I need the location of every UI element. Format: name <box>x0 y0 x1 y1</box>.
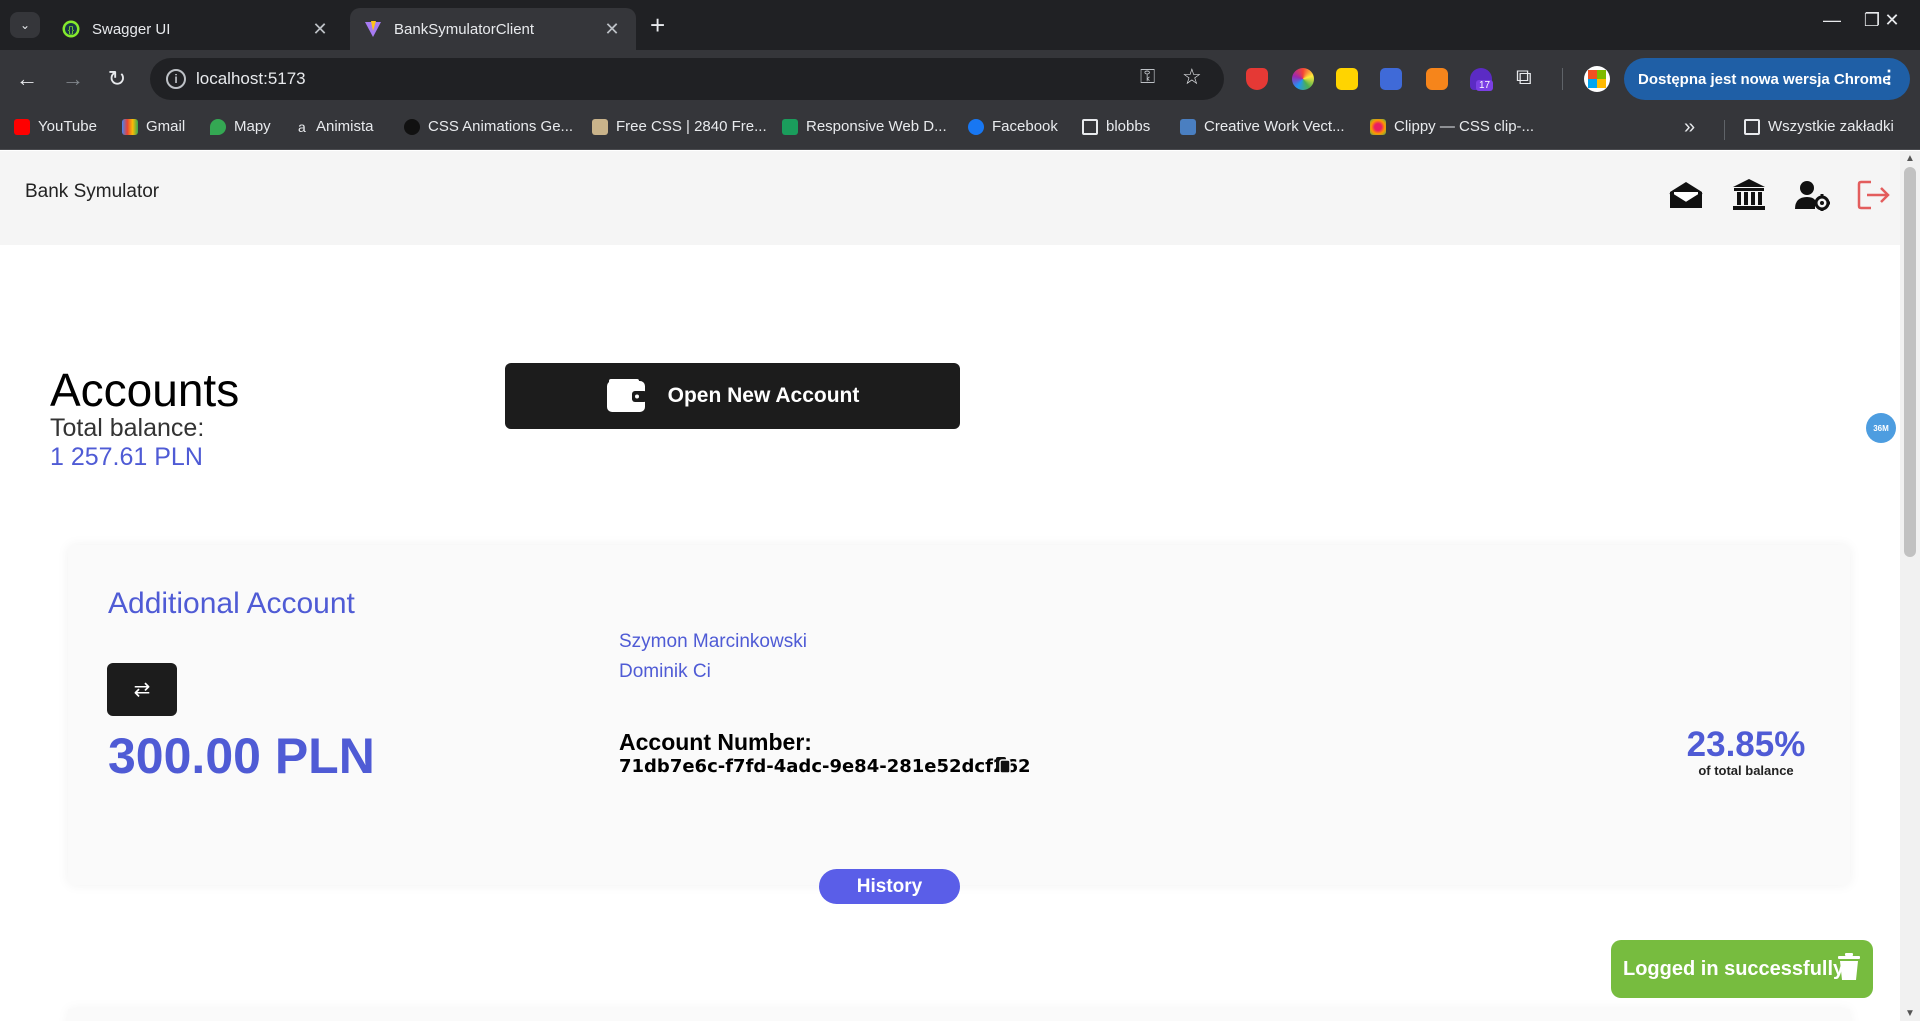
extensions-puzzle-icon[interactable]: ⧉ <box>1516 64 1532 90</box>
animista-icon: a <box>298 118 306 135</box>
accounts-heading: Accounts <box>50 364 240 416</box>
floating-36m-badge[interactable]: 36M <box>1866 413 1896 443</box>
site-info-icon[interactable]: i <box>166 69 186 89</box>
scroll-up-arrow-icon[interactable]: ▲ <box>1905 153 1915 164</box>
lingq-extension-icon[interactable] <box>1336 68 1358 90</box>
tab-title: BankSymulatorClient <box>394 20 535 38</box>
next-account-card <box>68 1009 1850 1021</box>
envelope-open-icon[interactable] <box>1666 175 1706 215</box>
folder-icon <box>1744 118 1760 135</box>
browser-toolbar: ← → ↻ i localhost:5173 ⚿ ☆ 17 ⧉ Dostępna… <box>0 50 1920 108</box>
gmail-icon <box>122 118 138 135</box>
bookmark-star-icon[interactable]: ☆ <box>1182 64 1202 90</box>
wallet-icon <box>606 379 647 412</box>
youtube-icon <box>14 118 30 135</box>
bookmark-gmail[interactable]: Gmail <box>122 118 185 135</box>
account-owner[interactable]: Dominik Ci <box>619 661 711 683</box>
profile-avatar[interactable] <box>1584 66 1610 92</box>
account-number: 71db7e6c-f7fd-4adc-9e84-281e52dcf262 <box>619 756 1031 777</box>
password-key-icon[interactable]: ⚿ <box>1140 66 1155 89</box>
total-balance-value: 1 257.61 PLN <box>50 443 203 471</box>
free-css-icon <box>592 118 608 135</box>
all-bookmarks-folder[interactable]: Wszystkie zakładki <box>1744 118 1894 135</box>
bank-icon[interactable] <box>1729 175 1769 215</box>
transfer-button[interactable]: ⇄ <box>107 663 177 716</box>
bookmark-free-css[interactable]: Free CSS | 2840 Fre... <box>592 118 767 135</box>
app-header: Bank Symulator <box>0 151 1900 245</box>
chrome-update-button[interactable]: Dostępna jest nowa wersja Chrome ⋮ <box>1624 58 1910 100</box>
balance-share-percent: 23.85% <box>1686 725 1806 764</box>
close-tab-icon[interactable]: ✕ <box>602 19 622 40</box>
trash-icon[interactable] <box>1837 953 1861 981</box>
minimize-icon[interactable]: — <box>1812 10 1852 31</box>
total-balance-label: Total balance: <box>50 414 205 442</box>
bookmark-responsive-web[interactable]: Responsive Web D... <box>782 118 947 135</box>
back-icon[interactable]: ← <box>12 64 42 94</box>
tab-swagger-ui[interactable]: {} Swagger UI ✕ <box>48 8 344 50</box>
app-brand[interactable]: Bank Symulator <box>25 181 159 203</box>
copy-icon[interactable] <box>995 756 1011 774</box>
bookmark-youtube[interactable]: YouTube <box>14 118 97 135</box>
facebook-icon <box>968 118 984 135</box>
page-viewport: Bank Symulator Accounts Total balance: 1… <box>0 151 1900 1021</box>
toolbar-divider <box>1562 68 1563 90</box>
history-button[interactable]: History <box>819 869 960 904</box>
folder-icon <box>1082 118 1098 135</box>
bookmark-animista[interactable]: a Animista <box>298 118 374 135</box>
browser-tab-strip: ⌄ {} Swagger UI ✕ BankSymulatorClient ✕ … <box>0 0 1920 50</box>
account-balance: 300.00 PLN <box>108 728 375 784</box>
toast-message: Logged in successfully <box>1623 957 1845 980</box>
window-close-icon[interactable]: ✕ <box>1872 10 1912 31</box>
bookmark-mapy[interactable]: Mapy <box>210 118 271 135</box>
bookmark-css-animations[interactable]: CSS Animations Ge... <box>404 118 573 135</box>
account-owner[interactable]: Szymon Marcinkowski <box>619 631 807 653</box>
brave-shield-extension-icon[interactable] <box>1246 68 1268 90</box>
vite-favicon-icon <box>365 21 381 37</box>
open-new-account-label: Open New Account <box>667 384 860 407</box>
address-bar[interactable]: i localhost:5173 ⚿ ☆ <box>150 58 1224 100</box>
user-settings-icon[interactable] <box>1792 175 1832 215</box>
logout-icon[interactable] <box>1854 175 1894 215</box>
tab-bank-symulator-client[interactable]: BankSymulatorClient ✕ <box>350 8 636 50</box>
update-notice-text: Dostępna jest nowa wersja Chrome <box>1638 70 1891 88</box>
tab-search-button[interactable]: ⌄ <box>10 12 40 38</box>
metamask-fox-icon[interactable] <box>1426 68 1448 90</box>
more-bookmarks-icon[interactable]: » <box>1684 116 1695 139</box>
balance-share-label: of total balance <box>1698 763 1794 778</box>
close-tab-icon[interactable]: ✕ <box>310 19 330 40</box>
swagger-favicon-icon: {} <box>62 20 80 38</box>
w3-icon <box>782 118 798 135</box>
account-number-label: Account Number: <box>619 729 812 755</box>
bookmark-folder-blobbs[interactable]: blobbs <box>1082 118 1150 135</box>
new-tab-button[interactable]: + <box>650 10 665 40</box>
tree-extension-icon[interactable] <box>1380 68 1402 90</box>
page-scrollbar[interactable]: ▲ ▼ <box>1900 151 1920 1021</box>
bookmark-creative-work[interactable]: Creative Work Vect... <box>1180 118 1345 135</box>
scroll-down-arrow-icon[interactable]: ▼ <box>1905 1008 1915 1019</box>
transfer-arrows-icon: ⇄ <box>133 679 151 701</box>
color-picker-extension-icon[interactable] <box>1292 68 1314 90</box>
ninja-icon <box>404 118 420 135</box>
repo-icon <box>1180 118 1196 135</box>
reload-icon[interactable]: ↻ <box>102 64 132 94</box>
svg-text:{}: {} <box>68 25 74 35</box>
account-name: Additional Account <box>108 587 355 620</box>
account-card: Additional Account ⇄ 300.00 PLN Szymon M… <box>68 545 1850 885</box>
clippy-icon <box>1370 118 1386 135</box>
extension-badge-count: 17 <box>1476 80 1494 91</box>
bookmark-facebook[interactable]: Facebook <box>968 118 1058 135</box>
address-url[interactable]: localhost:5173 <box>196 69 306 89</box>
maps-pin-icon <box>210 118 226 135</box>
tab-title: Swagger UI <box>92 20 171 38</box>
bookmark-clippy[interactable]: Clippy — CSS clip-... <box>1370 118 1534 135</box>
success-toast[interactable]: Logged in successfully <box>1611 940 1873 998</box>
chrome-menu-icon[interactable]: ⋮ <box>1880 67 1898 88</box>
bookmarks-divider <box>1724 120 1725 140</box>
bookmarks-bar: YouTube Gmail Mapy a Animista CSS Animati… <box>0 108 1920 150</box>
open-new-account-button[interactable]: Open New Account <box>505 363 960 429</box>
forward-icon[interactable]: → <box>58 64 88 94</box>
scrollbar-thumb[interactable] <box>1904 167 1916 557</box>
